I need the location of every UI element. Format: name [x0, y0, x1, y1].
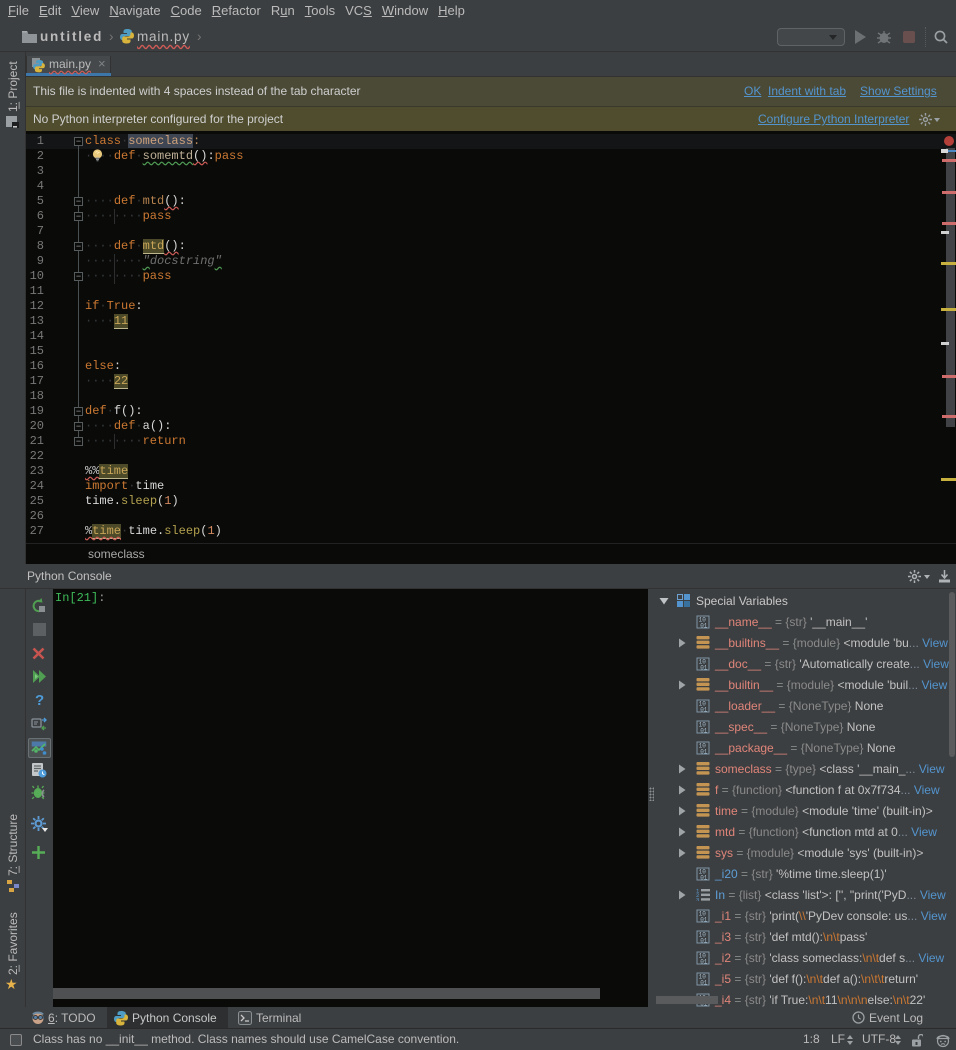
svg-text:01: 01	[700, 664, 708, 671]
svg-text:01: 01	[700, 874, 708, 881]
svg-text:01: 01	[700, 706, 708, 713]
svg-text:01: 01	[700, 958, 708, 965]
svg-text:01: 01	[700, 622, 708, 629]
svg-text:01: 01	[700, 727, 708, 734]
svg-text:01: 01	[700, 937, 708, 944]
svg-text:01: 01	[700, 979, 708, 986]
svg-text:3: 3	[696, 897, 699, 901]
svg-text:01: 01	[700, 916, 708, 923]
svg-text:01: 01	[700, 748, 708, 755]
